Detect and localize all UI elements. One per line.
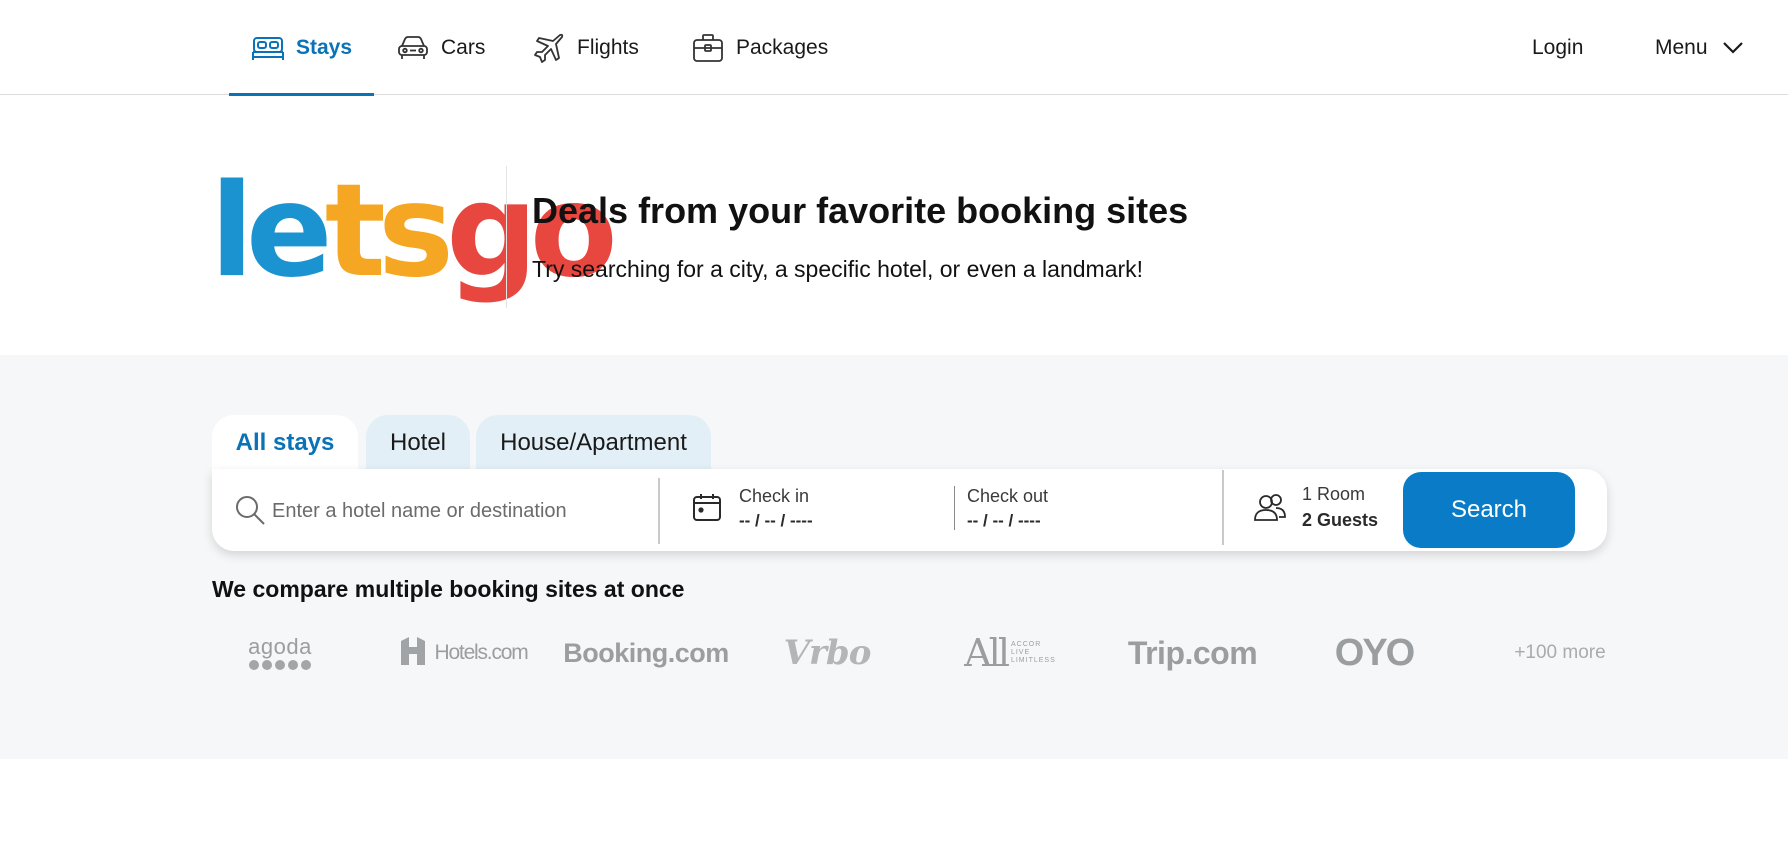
nav-tab-label: Cars bbox=[441, 35, 486, 59]
top-navigation: Stays Cars Flights Packages Login Menu bbox=[0, 0, 1788, 96]
partner-logo-booking: Booking.com bbox=[562, 630, 730, 676]
active-tab-underline bbox=[229, 93, 374, 96]
checkin-value: -- / -- / ---- bbox=[739, 511, 813, 530]
logo-part: ts bbox=[324, 157, 454, 306]
guests-count: 2 Guests bbox=[1302, 510, 1379, 530]
plane-icon bbox=[533, 32, 565, 64]
tab-label: All stays bbox=[235, 429, 335, 456]
nav-tab-label: Flights bbox=[577, 35, 639, 59]
chevron-down-icon bbox=[1722, 36, 1744, 60]
calendar-icon bbox=[692, 492, 722, 527]
login-label: Login bbox=[1532, 35, 1584, 59]
nav-tab-label: Packages bbox=[736, 35, 829, 59]
oyo-logo-text: OYO bbox=[1334, 631, 1415, 674]
menu-button[interactable]: Menu bbox=[1655, 0, 1744, 95]
trip-logo-text: Trip.com bbox=[1127, 634, 1258, 671]
checkout-label: Check out bbox=[967, 486, 1049, 506]
tab-label: Hotel bbox=[389, 429, 447, 456]
bed-icon bbox=[252, 34, 284, 62]
checkout-value: -- / -- / ---- bbox=[967, 511, 1041, 530]
partner-logo-oyo: OYO bbox=[1318, 630, 1430, 676]
partner-logo-agoda: agoda bbox=[230, 630, 330, 676]
more-partners-label: +100 more bbox=[1514, 642, 1606, 663]
hero-divider bbox=[506, 166, 507, 308]
partner-logo-hotels: Hotels.com bbox=[388, 630, 538, 676]
logo-part: le bbox=[210, 157, 333, 306]
nav-tab-flights[interactable]: Flights bbox=[533, 0, 639, 95]
vrbo-logo-text: Vrbo bbox=[783, 633, 872, 673]
accor-tagline-line: ACCOR bbox=[1010, 640, 1042, 648]
nav-tab-packages[interactable]: Packages bbox=[692, 0, 828, 95]
hotels-logo-text: Hotels.com bbox=[434, 641, 528, 664]
hotels-h-icon bbox=[398, 635, 428, 672]
tab-hotel[interactable]: Hotel bbox=[366, 415, 470, 471]
checkin-label: Check in bbox=[739, 486, 810, 506]
rooms-guests-selector[interactable]: 1 Room 2 Guests bbox=[1302, 477, 1402, 543]
partners-title: We compare multiple booking sites at onc… bbox=[212, 576, 685, 602]
guests-icon bbox=[1252, 492, 1288, 529]
search-button[interactable]: Search bbox=[1403, 472, 1575, 548]
tab-all-stays[interactable]: All stays bbox=[212, 415, 358, 471]
tab-house-apartment[interactable]: House/Apartment bbox=[476, 415, 711, 471]
agoda-logo-text: agoda bbox=[248, 634, 312, 659]
more-partners-link[interactable]: +100 more bbox=[1502, 630, 1618, 676]
accor-tagline: ACCOR LIVE LIMITLESS bbox=[1011, 641, 1056, 665]
nav-tab-cars[interactable]: Cars bbox=[397, 0, 485, 95]
accor-tagline-line: LIMITLESS bbox=[1010, 657, 1056, 665]
car-icon bbox=[397, 35, 429, 61]
field-divider bbox=[1222, 470, 1224, 545]
search-icon bbox=[234, 494, 266, 531]
checkout-field[interactable]: Check out -- / -- / ---- bbox=[967, 477, 1197, 543]
partner-logo-vrbo: Vrbo bbox=[772, 630, 882, 676]
partner-logo-all-accor: All ACCOR LIVE LIMITLESS bbox=[955, 630, 1065, 676]
all-logo-text: All bbox=[964, 631, 1010, 675]
partner-logo-trip: Trip.com bbox=[1120, 630, 1265, 676]
tab-label: House/Apartment bbox=[500, 429, 687, 456]
booking-logo-text: Booking.com bbox=[563, 637, 729, 668]
page-subtitle: Try searching for a city, a specific hot… bbox=[532, 256, 1144, 282]
checkin-field[interactable]: Check in -- / -- / ---- bbox=[738, 477, 948, 543]
briefcase-icon bbox=[692, 33, 724, 63]
agoda-dots bbox=[249, 660, 311, 670]
page-title: Deals from your favorite booking sites bbox=[532, 190, 1189, 231]
login-link[interactable]: Login bbox=[1532, 0, 1583, 95]
rooms-count: 1 Room bbox=[1302, 484, 1366, 504]
destination-input[interactable] bbox=[272, 494, 642, 528]
menu-label: Menu bbox=[1655, 35, 1708, 59]
accor-tagline-line: LIVE bbox=[1010, 648, 1031, 656]
nav-tab-stays[interactable]: Stays bbox=[229, 0, 374, 96]
field-divider bbox=[658, 478, 660, 544]
nav-tab-label: Stays bbox=[296, 35, 353, 59]
date-divider bbox=[954, 486, 955, 530]
